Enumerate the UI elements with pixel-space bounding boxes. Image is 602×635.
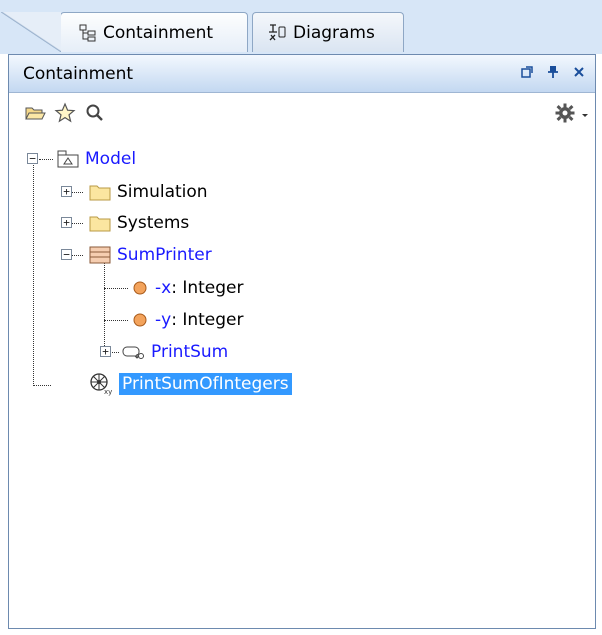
undock-icon[interactable] xyxy=(521,66,533,82)
tree-node-simulation[interactable]: Simulation xyxy=(89,179,208,205)
tree-line-h xyxy=(104,288,128,289)
tree-node-label: PrintSum xyxy=(151,342,229,362)
toolbar-options xyxy=(551,99,589,127)
panel-title: Containment xyxy=(23,63,134,84)
tree-line-root xyxy=(33,159,34,386)
containment-tree: − Model + Simulation + Systems − SumPrin… xyxy=(9,135,595,625)
gear-icon[interactable] xyxy=(551,99,579,127)
pin-icon[interactable] xyxy=(547,65,559,83)
property-type: : Integer xyxy=(171,278,244,298)
panel-toolbar xyxy=(9,93,595,133)
tree-node-label: Systems xyxy=(117,213,190,233)
tab-diagrams-label: Diagrams xyxy=(293,22,375,43)
property-icon xyxy=(131,311,149,329)
tab-diagrams[interactable]: Diagrams xyxy=(252,12,404,52)
tab-containment-label: Containment xyxy=(103,22,214,43)
activity-icon xyxy=(121,344,145,360)
tree-node-sumprinter[interactable]: SumPrinter xyxy=(89,242,212,268)
tree-node-systems[interactable]: Systems xyxy=(89,210,189,236)
simulation-config-icon: xy xyxy=(89,372,113,396)
tree-line-h xyxy=(33,385,51,386)
expand-toggle[interactable]: + xyxy=(61,217,72,228)
tree-node-printsumofintegers[interactable]: xy PrintSumOfIntegers xyxy=(89,371,292,397)
panel-window-controls xyxy=(521,55,585,93)
property-icon xyxy=(131,279,149,297)
tree-line-h xyxy=(104,320,128,321)
svg-text:xy: xy xyxy=(104,388,112,396)
property-name: y xyxy=(161,310,172,330)
tree-node-label: SumPrinter xyxy=(117,245,212,265)
search-icon[interactable] xyxy=(81,99,109,127)
package-icon xyxy=(57,150,79,168)
containment-panel: Containment − Model + Simulation + Syste… xyxy=(8,54,596,629)
folder-icon xyxy=(89,215,111,232)
tree-node-model[interactable]: Model xyxy=(57,146,136,172)
star-icon[interactable] xyxy=(51,99,79,127)
expand-toggle[interactable]: + xyxy=(61,186,72,197)
close-icon[interactable] xyxy=(573,66,585,82)
tree-node-label: Simulation xyxy=(117,182,208,202)
property-type: : Integer xyxy=(171,310,244,330)
tree-node-printsum[interactable]: PrintSum xyxy=(121,339,228,365)
containment-tree-icon xyxy=(79,24,97,42)
folder-icon xyxy=(89,184,111,201)
collapse-toggle[interactable]: − xyxy=(27,153,38,164)
collapse-toggle[interactable]: − xyxy=(61,249,72,260)
tree-node-property-x[interactable]: -x : Integer xyxy=(131,275,244,301)
dropdown-icon[interactable] xyxy=(581,104,589,123)
open-folder-icon[interactable] xyxy=(21,99,49,127)
diagrams-icon xyxy=(267,23,287,43)
block-icon xyxy=(89,246,111,264)
tree-node-property-y[interactable]: -y : Integer xyxy=(131,307,244,333)
tree-node-label: Model xyxy=(85,149,137,169)
tree-node-label-selected: PrintSumOfIntegers xyxy=(119,373,292,395)
panel-title-bar: Containment xyxy=(9,55,595,93)
tree-line-h xyxy=(39,159,53,160)
expand-toggle[interactable]: + xyxy=(100,346,111,357)
tab-containment[interactable]: Containment xyxy=(1,12,248,52)
property-name: x xyxy=(161,278,172,298)
